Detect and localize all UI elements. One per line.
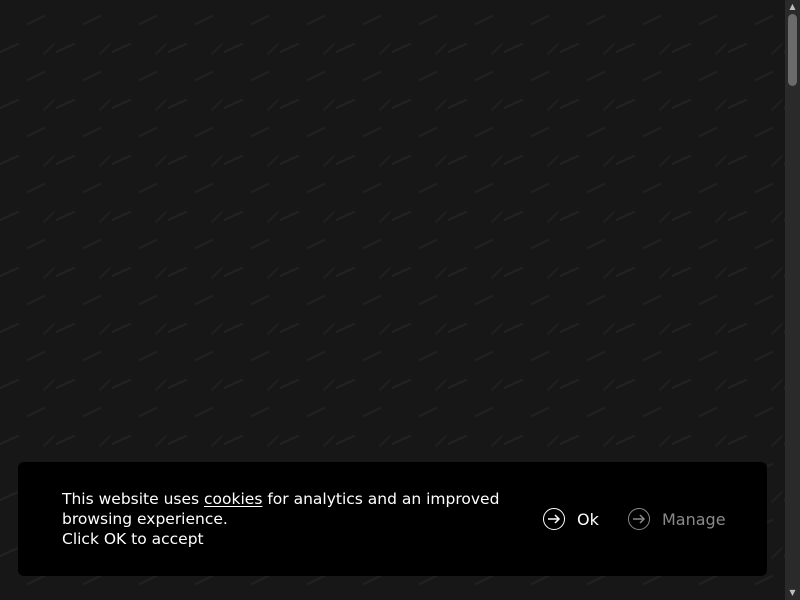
scroll-down-icon[interactable]: ▼ xyxy=(785,586,800,600)
scroll-thumb[interactable] xyxy=(788,14,797,86)
page-scrollbar[interactable]: ▲ ▼ xyxy=(785,0,800,600)
manage-label: Manage xyxy=(662,509,726,529)
ok-label: Ok xyxy=(577,509,599,529)
cookie-accept-hint: Click OK to accept xyxy=(62,530,204,548)
arrow-right-circle-icon xyxy=(543,508,565,530)
cookie-text-before: This website uses xyxy=(62,490,205,508)
cookies-link[interactable]: cookies xyxy=(204,490,262,508)
arrow-right-circle-icon xyxy=(628,508,650,530)
cookie-message: This website uses cookies for analytics … xyxy=(62,489,522,549)
ok-button[interactable]: Ok xyxy=(543,506,599,532)
cookie-banner: This website uses cookies for analytics … xyxy=(18,462,767,576)
scroll-up-icon[interactable]: ▲ xyxy=(785,0,800,14)
manage-button[interactable]: Manage xyxy=(628,506,726,532)
